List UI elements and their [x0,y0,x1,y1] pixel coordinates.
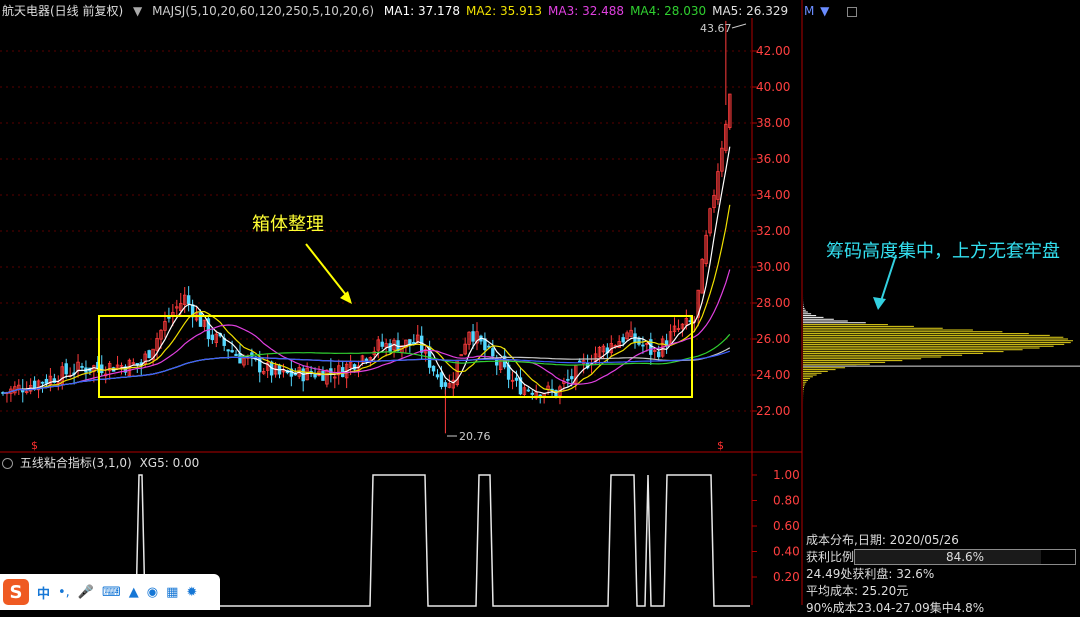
settings-icon[interactable] [2,458,13,469]
candle-body [621,337,625,343]
candle-body [641,344,645,347]
price-tick: 32.00 [756,224,790,238]
indicator-title[interactable]: 五线粘合指标(3,1,0) [20,456,132,470]
candle-body [380,341,384,347]
chips-annotation: 筹码高度集中，上方无套牢盘 [826,241,1060,262]
candle-body [566,378,570,381]
ma-line [2,204,731,394]
price-tick: 26.00 [756,332,790,346]
signal-marker: $ [717,439,724,452]
candle-body [530,392,534,395]
price-tick: 30.00 [756,260,790,274]
candle-body [443,382,448,387]
candle-body [578,360,582,363]
ma-line [2,146,731,395]
concentration-line: 90%成本23.04-27.09集中4.8% [806,601,985,615]
price-tick: 24.00 [756,368,790,382]
candle-body [100,364,104,374]
indicator-tick: 0.40 [773,545,800,559]
sogou-logo-icon[interactable]: S [3,579,29,605]
indicator-tick: 0.60 [773,519,800,533]
candle-body [147,350,151,359]
chips-arrow [879,254,897,305]
box-annotation: 箱体整理 [252,214,324,235]
candle-body [439,372,444,388]
candle-body [230,350,234,353]
candle-body [491,348,495,357]
settings-icon[interactable]: ✹ [186,585,197,600]
indicator-axis: 1.00 0.80 0.60 0.40 0.20 [752,468,800,584]
box-arrow [305,243,351,301]
candle-body [570,376,574,380]
indicator-tick: 0.80 [773,494,800,508]
indicator-tick: 0.20 [773,570,800,584]
price-tick: 28.00 [756,296,790,310]
candle-body [80,366,84,368]
chips-arrow-head [873,297,886,310]
candle-body [44,378,49,384]
price-tick: 34.00 [756,188,790,202]
candles [1,20,732,434]
avg-cost-line: 平均成本: 25.20元 [806,584,909,598]
kline-chart[interactable]: 42.00 40.00 38.00 36.00 34.00 32.00 30.00 28.00… [0,0,1080,610]
shirt-icon[interactable]: ▲ [129,585,139,600]
indicator-header: 五线粘合指标(3,1,0) XG5: 0.00 [2,455,199,471]
price-tick: 36.00 [756,152,790,166]
price-tick: 42.00 [756,44,790,58]
candle-body [364,358,369,361]
price-tick: 38.00 [756,116,790,130]
candle-body [526,389,531,392]
high-label: 43.67 [700,22,732,35]
candle-body [32,380,37,389]
signal-marker: $ [31,439,38,452]
chinese-mode-button[interactable]: 中 [37,583,50,602]
profit-value: 84.6% [945,550,985,564]
candle-body [321,370,325,381]
apps-icon[interactable]: ▦ [166,585,178,600]
candle-body [514,377,519,381]
low-label: 20.76 [459,430,491,443]
ime-toolbar: S 中 •, 🎤 ⌨ ▲ ◉ ▦ ✹ [0,574,220,610]
candle-body [210,334,215,341]
indicator-value: XG5: 0.00 [139,456,200,470]
mic-icon[interactable]: 🎤 [78,585,94,600]
candle-body [435,374,440,378]
candle-body [167,316,171,319]
price-axis: 42.00 40.00 38.00 36.00 34.00 32.00 30.00 28.00… [752,44,790,418]
candle-body [471,331,475,342]
candle-body [226,349,230,352]
candle-body [657,351,661,358]
profit-line: 24.49处获利盘: 32.6% [806,567,935,581]
cost-title: 成本分布,日期: 2020/05/26 [806,533,959,547]
candle-body [64,363,68,375]
cost-distribution-chart [803,286,1080,419]
candle-body [234,353,238,357]
keyboard-icon[interactable]: ⌨ [102,585,121,600]
candle-body [408,339,412,345]
profit-label: 获利比例: [806,550,859,564]
box-arrow-head [340,291,352,304]
indicator-tick: 1.00 [773,468,800,482]
candle-body [388,343,392,352]
ma-lines [2,146,731,395]
candle-body [238,353,242,364]
candle-body [198,312,203,327]
gamepad-icon[interactable]: ◉ [147,585,158,600]
price-tick: 40.00 [756,80,790,94]
candle-body [186,295,191,304]
punctuation-button[interactable]: •, [58,585,70,600]
candle-body [431,365,436,372]
candle-body [40,381,45,384]
profit-ratio-bar: 84.6% [854,549,1076,565]
price-tick: 22.00 [756,404,790,418]
